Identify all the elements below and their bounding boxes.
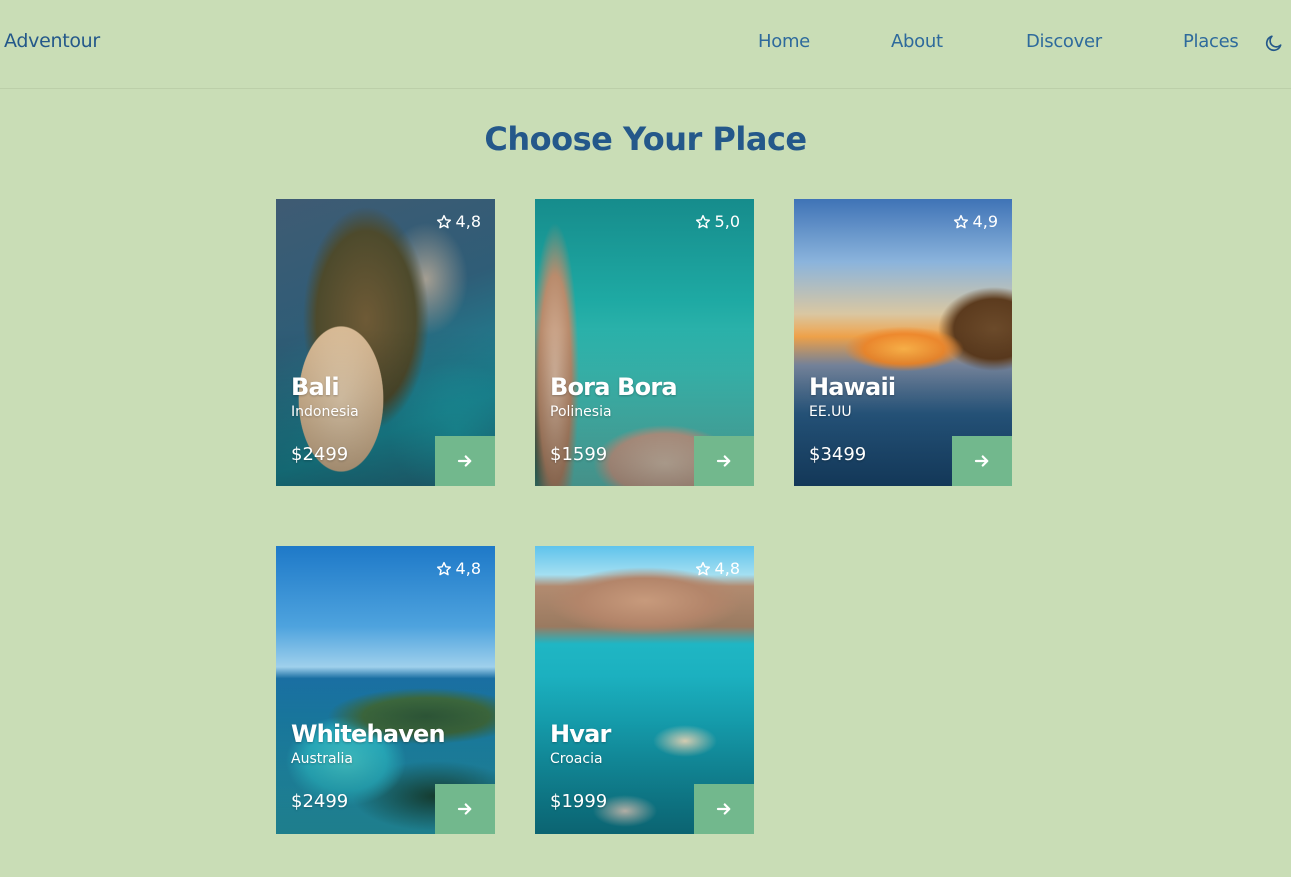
place-country: EE.UU: [809, 404, 852, 420]
place-country: Polinesia: [550, 404, 612, 420]
page-title: Choose Your Place: [484, 120, 807, 158]
place-name: Hvar: [550, 720, 611, 748]
site-header: Adventour Home About Discover Places: [0, 0, 1291, 89]
place-card-hvar[interactable]: 4,8 Hvar Croacia $1999: [535, 546, 754, 834]
place-card-whitehaven[interactable]: 4,8 Whitehaven Australia $2499: [276, 546, 495, 834]
place-card-hawaii[interactable]: 4,9 Hawaii EE.UU $3499: [794, 199, 1012, 486]
go-button[interactable]: [694, 784, 754, 834]
star-icon: [695, 214, 710, 228]
rating: 4,8: [436, 559, 481, 578]
star-icon: [436, 214, 451, 228]
rating: 4,9: [953, 212, 998, 231]
arrow-right-icon: [457, 803, 472, 815]
arrow-right-icon: [457, 455, 472, 467]
go-button[interactable]: [435, 784, 495, 834]
place-name: Bora Bora: [550, 373, 678, 401]
rating-value: 4,9: [972, 212, 998, 231]
star-icon: [695, 561, 710, 575]
place-country: Croacia: [550, 751, 603, 767]
place-price: $3499: [809, 444, 867, 465]
place-price: $1999: [550, 791, 608, 812]
go-button[interactable]: [694, 436, 754, 486]
nav-discover[interactable]: Discover: [1026, 31, 1102, 52]
place-price: $2499: [291, 791, 349, 812]
moon-icon[interactable]: [1264, 33, 1284, 53]
star-icon: [436, 561, 451, 575]
rating: 4,8: [436, 212, 481, 231]
place-card-bali[interactable]: 4,8 Bali Indonesia $2499: [276, 199, 495, 486]
rating-value: 4,8: [455, 212, 481, 231]
place-country: Australia: [291, 751, 353, 767]
arrow-right-icon: [974, 455, 989, 467]
place-name: Hawaii: [809, 373, 896, 401]
arrow-right-icon: [716, 455, 731, 467]
place-name: Whitehaven: [291, 720, 446, 748]
star-icon: [953, 214, 968, 228]
place-card-bora-bora[interactable]: 5,0 Bora Bora Polinesia $1599: [535, 199, 754, 486]
place-price: $2499: [291, 444, 349, 465]
arrow-right-icon: [716, 803, 731, 815]
site-logo[interactable]: Adventour: [4, 30, 100, 52]
rating: 5,0: [695, 212, 740, 231]
place-price: $1599: [550, 444, 608, 465]
rating-value: 4,8: [455, 559, 481, 578]
nav-home[interactable]: Home: [758, 31, 810, 52]
rating-value: 5,0: [714, 212, 740, 231]
go-button[interactable]: [435, 436, 495, 486]
nav-about[interactable]: About: [891, 31, 943, 52]
place-name: Bali: [291, 373, 340, 401]
rating: 4,8: [695, 559, 740, 578]
go-button[interactable]: [952, 436, 1012, 486]
place-country: Indonesia: [291, 404, 359, 420]
nav-places[interactable]: Places: [1183, 31, 1239, 52]
rating-value: 4,8: [714, 559, 740, 578]
